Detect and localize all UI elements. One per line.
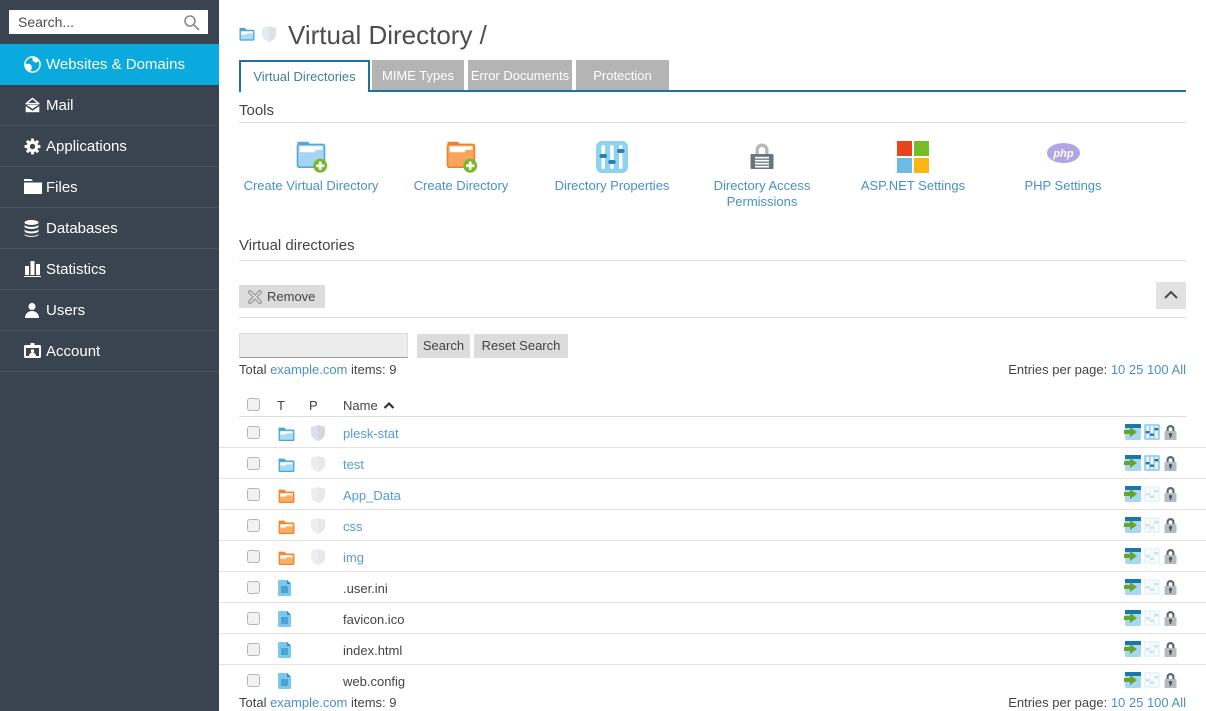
svg-text:php: php [1052,148,1073,160]
